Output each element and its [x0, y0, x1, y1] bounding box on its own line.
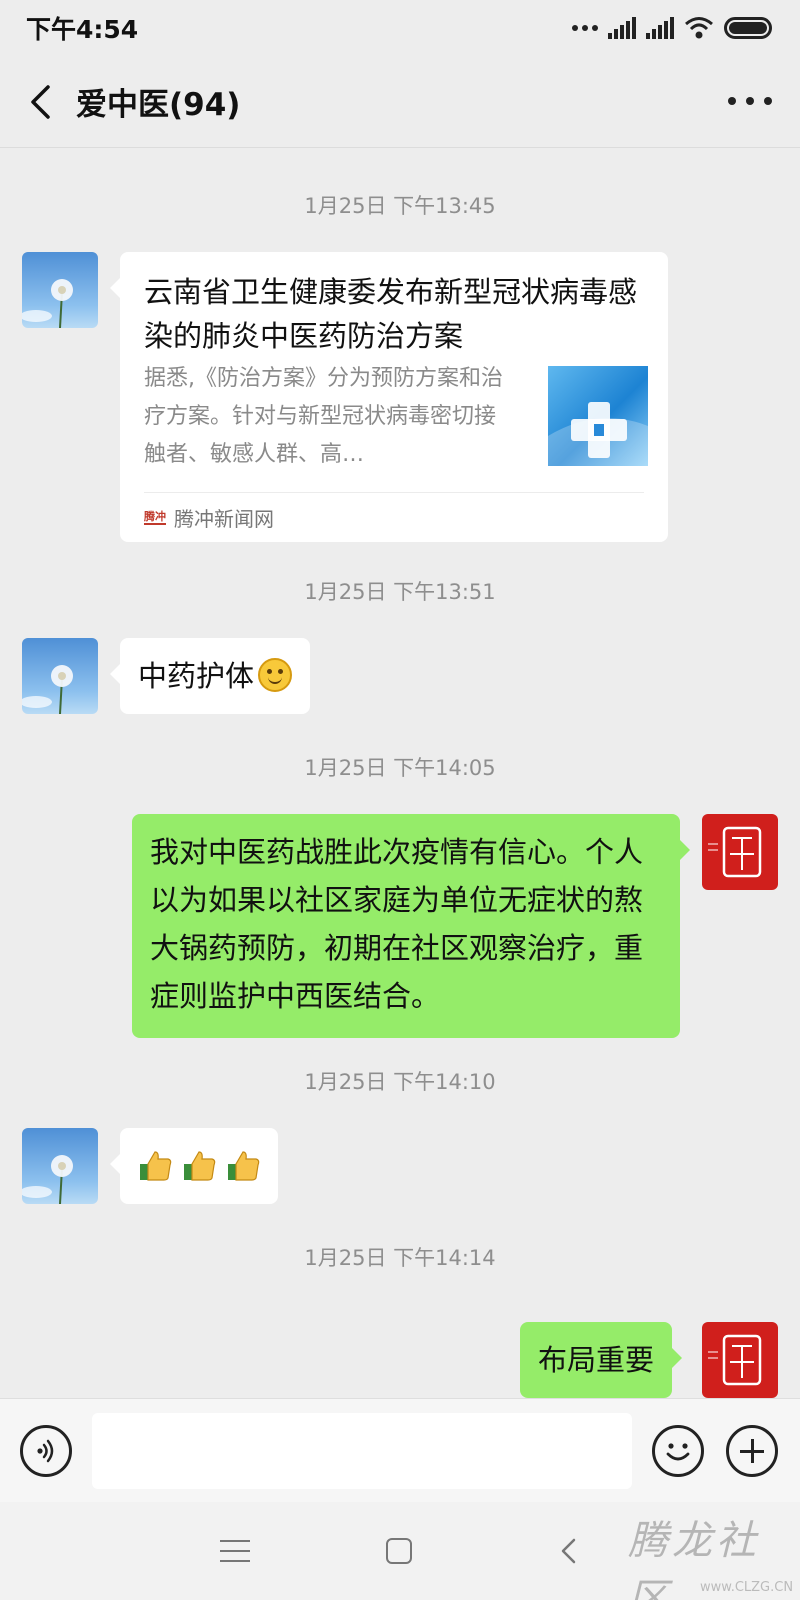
system-navigation-bar: 腾龙社区 www.CLZG.CN: [0, 1502, 800, 1600]
source-name: 腾冲新闻网: [174, 506, 274, 531]
chevron-left-icon: [31, 84, 50, 119]
sent-message[interactable]: 布局重要: [520, 1322, 683, 1398]
home-icon[interactable]: [386, 1538, 412, 1564]
medical-cross-icon: [548, 402, 648, 466]
message-text: 我对中医药战胜此次疫情有信心。个人以为如果以社区家庭为单位无症状的熬大锅药预防，…: [150, 835, 644, 1013]
battery-icon: [724, 17, 772, 39]
message-timestamp: 1月25日 下午14:14: [304, 1246, 496, 1270]
status-time: 下午4:54: [26, 15, 139, 44]
smiley-icon: [666, 1443, 690, 1461]
message-text: 布局重要: [538, 1343, 655, 1377]
card-description: 据悉,《防治方案》分为预防方案和治疗方案。针对与新型冠状病毒密切接触者、敏感人群…: [144, 366, 503, 467]
watermark-url: www.CLZG.CN: [700, 1580, 794, 1595]
status-icons: [572, 16, 772, 40]
more-options-button[interactable]: [728, 86, 772, 116]
status-bar: 下午4:54: [0, 0, 800, 56]
sent-message[interactable]: 我对中医药战胜此次疫情有信心。个人以为如果以社区家庭为单位无症状的熬大锅药预防，…: [132, 814, 690, 1038]
chat-title: 爱中医(94): [76, 87, 241, 123]
link-card[interactable]: 云南省卫生健康委发布新型冠状病毒感染的肺炎中医药防治方案 据悉,《防治方案》分为…: [110, 252, 668, 542]
seal-avatar-image: [708, 826, 762, 878]
emoji-group: [138, 1148, 262, 1184]
card-source: 腾冲 腾冲新闻网: [144, 500, 274, 534]
back-button[interactable]: [0, 56, 80, 148]
cellular-signal-icon: [608, 17, 636, 39]
back-icon[interactable]: [554, 1536, 584, 1566]
card-title: 云南省卫生健康委发布新型冠状病毒感染的肺炎中医药防治方案: [144, 275, 638, 353]
chat-header: 爱中医(94): [0, 56, 800, 148]
received-message[interactable]: 中药护体: [109, 638, 311, 714]
message-timestamp: 1月25日 下午14:05: [304, 756, 496, 780]
voice-input-button[interactable]: [20, 1425, 72, 1477]
dandelion-avatar-image: [22, 1155, 73, 1204]
sender-avatar[interactable]: [22, 638, 98, 714]
card-divider: [144, 492, 644, 493]
message-timestamp: 1月25日 下午13:45: [304, 194, 496, 218]
my-avatar[interactable]: [702, 1322, 778, 1398]
message-input[interactable]: [92, 1413, 632, 1489]
menu-icon[interactable]: [220, 1540, 250, 1562]
received-message[interactable]: [110, 1128, 278, 1204]
thumbs-up-emoji-icon: [184, 1151, 216, 1181]
card-thumbnail: [548, 366, 648, 466]
signal-dots-icon: [572, 25, 598, 31]
seal-avatar-image: [708, 1334, 762, 1386]
smile-emoji-icon: [258, 658, 293, 692]
thumbs-up-emoji-icon: [140, 1151, 172, 1181]
thumbs-up-emoji-icon: [228, 1151, 260, 1181]
sender-avatar[interactable]: [22, 1128, 98, 1204]
message-list[interactable]: 1月25日 下午13:45 云南省卫生健康委发布新型冠状病毒感染的肺炎中医药防治…: [0, 148, 800, 1398]
input-bar: [0, 1398, 800, 1502]
voice-icon: [37, 1439, 54, 1463]
message-timestamp: 1月25日 下午14:10: [304, 1070, 496, 1094]
my-avatar[interactable]: [702, 814, 778, 890]
message-timestamp: 1月25日 下午13:51: [304, 580, 496, 604]
message-text: 中药护体: [138, 659, 255, 693]
sender-avatar[interactable]: [22, 252, 98, 328]
wifi-icon: [685, 17, 713, 39]
dandelion-avatar-image: [22, 665, 73, 714]
source-logo: 腾冲: [144, 509, 166, 525]
emoji-button[interactable]: [652, 1425, 704, 1477]
cellular-signal-2-icon: [646, 17, 674, 39]
dandelion-avatar-image: [22, 279, 73, 328]
more-functions-button[interactable]: [726, 1425, 778, 1477]
